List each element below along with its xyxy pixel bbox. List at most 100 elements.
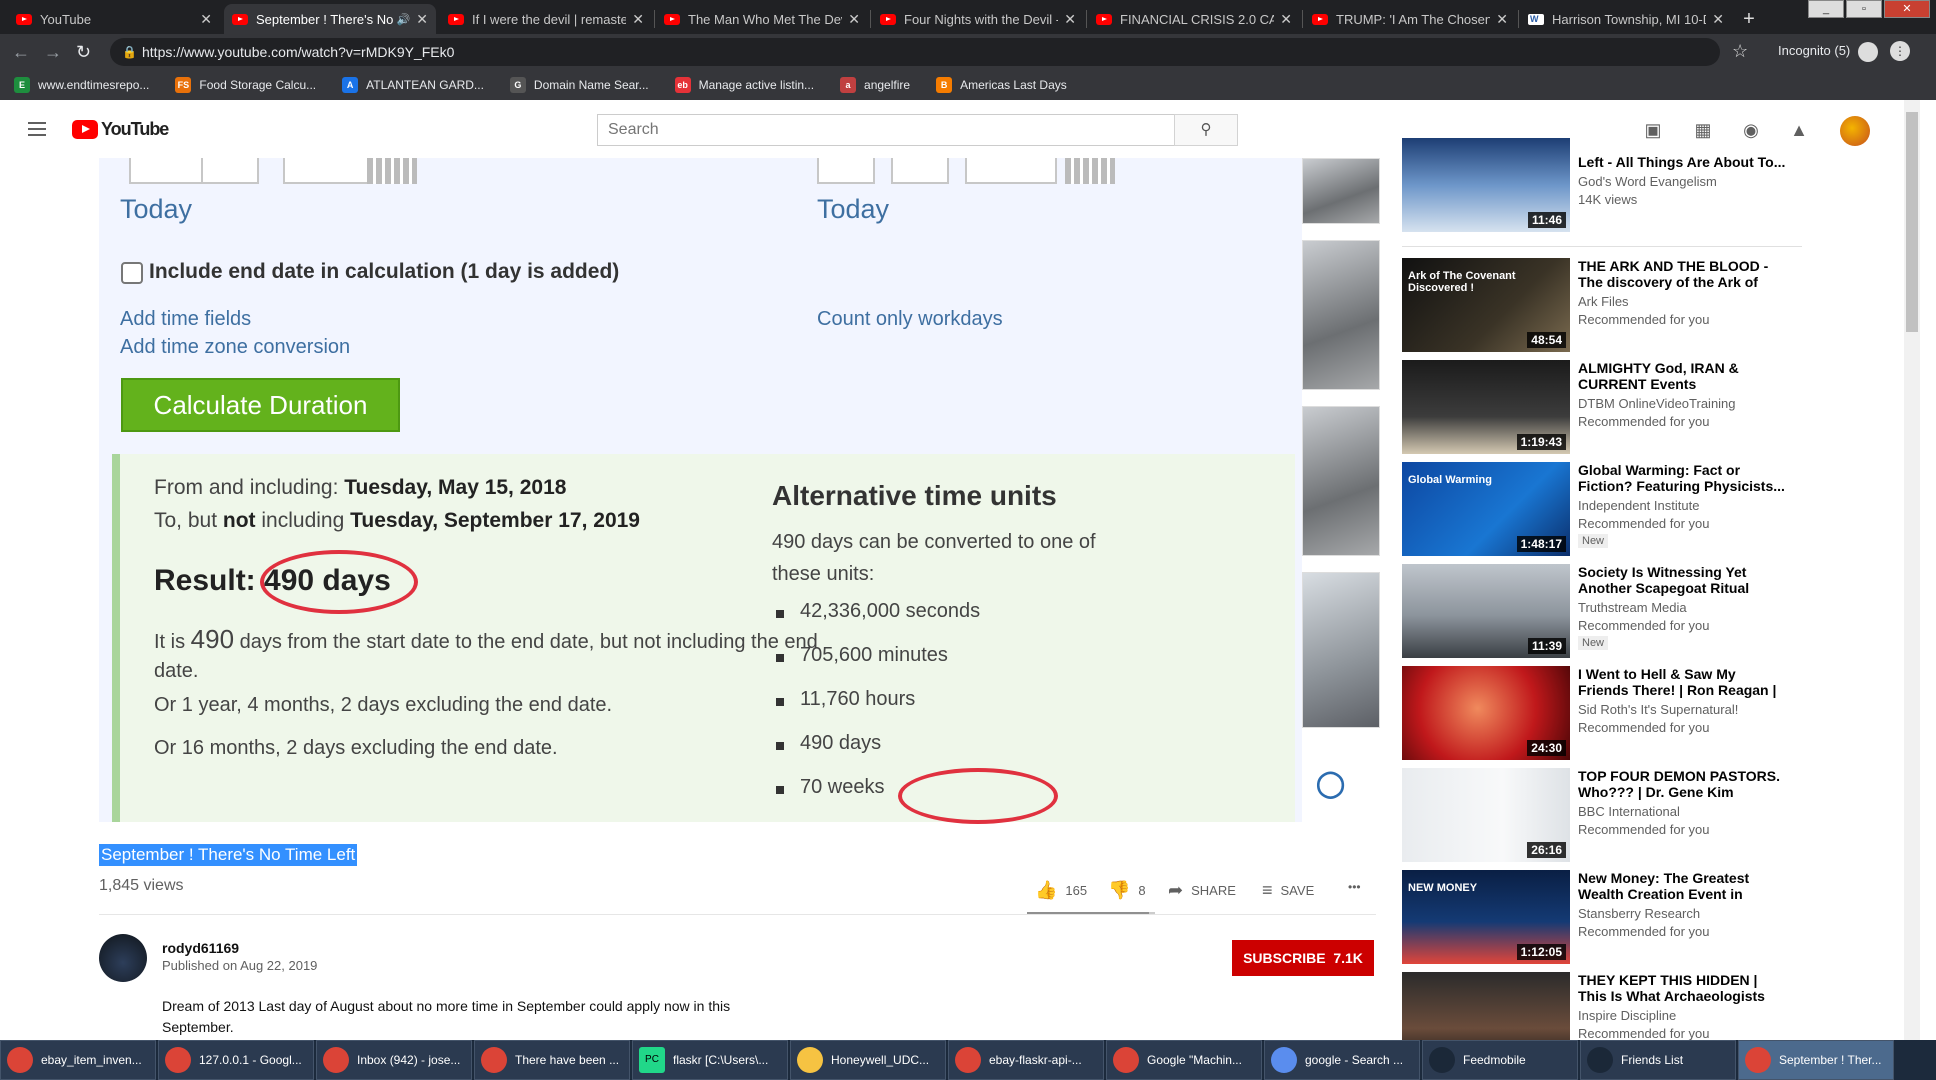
- forward-arrow-icon[interactable]: →: [44, 42, 62, 63]
- close-tab-icon[interactable]: ✕: [1712, 11, 1724, 28]
- close-tab-icon[interactable]: ✕: [1280, 11, 1292, 28]
- browser-tab[interactable]: Harrison Township, MI 10-D ✕: [1520, 4, 1732, 34]
- channel-name[interactable]: Stansberry Research: [1578, 906, 1700, 921]
- account-avatar[interactable]: [1840, 116, 1870, 146]
- recommended-video[interactable]: 11:39 Society Is Witnessing Yet Another S…: [1402, 564, 1802, 660]
- bookmark-item[interactable]: B Americas Last Days: [936, 77, 1067, 93]
- video-thumbnail[interactable]: NEW MONEY 1:12:05: [1402, 870, 1570, 964]
- browser-tab[interactable]: Four Nights with the Devil - ✕: [872, 4, 1084, 34]
- recommended-video[interactable]: 1:19:43 ALMIGHTY God, IRAN & CURRENT Even…: [1402, 360, 1802, 456]
- scrollbar-thumb[interactable]: [1906, 112, 1918, 332]
- channel-name[interactable]: Inspire Discipline: [1578, 1008, 1676, 1023]
- video-thumbnail[interactable]: 26:16: [1402, 768, 1570, 862]
- share-button[interactable]: ➦ SHARE: [1168, 880, 1236, 901]
- from-line: From and including: Tuesday, May 15, 201…: [154, 476, 567, 499]
- close-window-button[interactable]: ✕: [1884, 0, 1930, 18]
- close-tab-icon[interactable]: ✕: [848, 11, 860, 28]
- video-title[interactable]: TOP FOUR DEMON PASTORS. Who??? | Dr. Gen…: [1578, 768, 1788, 800]
- video-title[interactable]: THEY KEPT THIS HIDDEN | This Is What Arc…: [1578, 972, 1788, 1004]
- reload-icon[interactable]: ↻: [76, 42, 91, 63]
- like-button[interactable]: 👍 165: [1035, 880, 1087, 901]
- recommended-video[interactable]: 26:16 TOP FOUR DEMON PASTORS. Who??? | Dr…: [1402, 768, 1802, 864]
- video-title[interactable]: Global Warming: Fact or Fiction? Featuri…: [1578, 462, 1788, 494]
- close-tab-icon[interactable]: ✕: [200, 11, 212, 28]
- close-tab-icon[interactable]: ✕: [416, 11, 428, 28]
- bookmark-item[interactable]: a angelfire: [840, 77, 910, 93]
- browser-tab[interactable]: If I were the devil | remaster ✕: [440, 4, 652, 34]
- back-arrow-icon[interactable]: ←: [12, 42, 30, 63]
- channel-name[interactable]: DTBM OnlineVideoTraining: [1578, 396, 1736, 411]
- video-title[interactable]: ALMIGHTY God, IRAN & CURRENT Events: [1578, 360, 1788, 392]
- video-thumbnail[interactable]: 11:46: [1402, 138, 1570, 232]
- taskbar-button[interactable]: Friends List: [1580, 1040, 1736, 1080]
- close-tab-icon[interactable]: ✕: [1496, 11, 1508, 28]
- channel-name[interactable]: Truthstream Media: [1578, 600, 1687, 615]
- bookmark-item[interactable]: eb Manage active listin...: [674, 77, 814, 93]
- bookmark-star-icon[interactable]: ☆: [1732, 41, 1748, 62]
- youtube-logo[interactable]: YouTube: [72, 119, 169, 140]
- browser-tab[interactable]: September ! There's No 🔊 ✕: [224, 4, 436, 34]
- subscribe-button[interactable]: SUBSCRIBE 7.1K: [1232, 940, 1374, 976]
- taskbar-button[interactable]: PC flaskr [C:\Users\...: [632, 1040, 788, 1080]
- recommended-video[interactable]: Global Warming 1:48:17 Global Warming: Fac…: [1402, 462, 1802, 558]
- recommended-video[interactable]: NEW MONEY 1:12:05 New Money: The Greatest …: [1402, 870, 1802, 966]
- bookmark-item[interactable]: FS Food Storage Calcu...: [175, 77, 316, 93]
- taskbar-button[interactable]: google - Search ...: [1264, 1040, 1420, 1080]
- speaker-icon[interactable]: 🔊: [397, 13, 411, 26]
- channel-name[interactable]: Independent Institute: [1578, 498, 1699, 513]
- bookmark-item[interactable]: G Domain Name Sear...: [509, 77, 649, 93]
- video-thumbnail[interactable]: 24:30: [1402, 666, 1570, 760]
- incognito-icon[interactable]: [1858, 42, 1878, 62]
- create-video-icon[interactable]: ▣: [1642, 120, 1664, 140]
- taskbar-button[interactable]: Feedmobile: [1422, 1040, 1578, 1080]
- recommended-video[interactable]: 24:30 I Went to Hell & Saw My Friends The…: [1402, 666, 1802, 762]
- channel-name[interactable]: BBC International: [1578, 804, 1680, 819]
- taskbar-button[interactable]: Google "Machin...: [1106, 1040, 1262, 1080]
- new-tab-button[interactable]: +: [1736, 6, 1762, 32]
- search-button[interactable]: ⚲: [1174, 114, 1238, 146]
- notifications-bell-icon[interactable]: ▲: [1788, 120, 1810, 140]
- video-title[interactable]: Society Is Witnessing Yet Another Scapeg…: [1578, 564, 1788, 596]
- channel-name[interactable]: Ark Files: [1578, 294, 1629, 309]
- url-field[interactable]: 🔒 https://www.youtube.com/watch?v=rMDK9Y…: [110, 38, 1720, 66]
- search-input[interactable]: [597, 114, 1175, 146]
- bookmark-item[interactable]: A ATLANTEAN GARD...: [342, 77, 484, 93]
- video-title[interactable]: THE ARK AND THE BLOOD - The discovery of…: [1578, 258, 1788, 290]
- browser-menu-icon[interactable]: ⋮: [1890, 41, 1910, 61]
- video-thumbnail[interactable]: Ark of The Covenant Discovered ! 48:54: [1402, 258, 1570, 352]
- video-title[interactable]: I Went to Hell & Saw My Friends There! |…: [1578, 666, 1788, 698]
- video-thumbnail[interactable]: 1:19:43: [1402, 360, 1570, 454]
- channel-avatar[interactable]: [99, 934, 147, 982]
- close-tab-icon[interactable]: ✕: [632, 11, 644, 28]
- apps-grid-icon[interactable]: ▦: [1692, 120, 1714, 140]
- minimize-button[interactable]: _: [1808, 0, 1844, 18]
- close-tab-icon[interactable]: ✕: [1064, 11, 1076, 28]
- video-title[interactable]: Left - All Things Are About To...: [1578, 154, 1788, 170]
- taskbar-button[interactable]: 127.0.0.1 - Googl...: [158, 1040, 314, 1080]
- recommended-video[interactable]: 11:46 Left - All Things Are About To... Go…: [1402, 138, 1802, 234]
- messages-icon[interactable]: ◉: [1740, 120, 1762, 140]
- video-title[interactable]: New Money: The Greatest Wealth Creation …: [1578, 870, 1788, 902]
- browser-tab[interactable]: YouTube ✕: [8, 4, 220, 34]
- menu-icon[interactable]: [28, 122, 46, 136]
- channel-name[interactable]: God's Word Evangelism: [1578, 174, 1717, 189]
- browser-tab[interactable]: TRUMP: 'I Am The Chosen C ✕: [1304, 4, 1516, 34]
- taskbar-button[interactable]: ebay_item_inven...: [0, 1040, 156, 1080]
- taskbar-button[interactable]: Honeywell_UDC...: [790, 1040, 946, 1080]
- taskbar-button[interactable]: September ! Ther...: [1738, 1040, 1894, 1080]
- dislike-button[interactable]: 👎 8: [1108, 880, 1146, 901]
- bookmark-item[interactable]: Ewww.endtimesrepo...: [14, 77, 149, 93]
- restore-button[interactable]: ▫: [1846, 0, 1882, 18]
- video-thumbnail[interactable]: Global Warming 1:48:17: [1402, 462, 1570, 556]
- channel-name[interactable]: Sid Roth's It's Supernatural!: [1578, 702, 1738, 717]
- taskbar-button[interactable]: Inbox (942) - jose...: [316, 1040, 472, 1080]
- taskbar-button[interactable]: ebay-flaskr-api-...: [948, 1040, 1104, 1080]
- channel-name[interactable]: rodyd61169: [162, 940, 239, 956]
- taskbar-button[interactable]: There have been ...: [474, 1040, 630, 1080]
- browser-tab[interactable]: The Man Who Met The Devi ✕: [656, 4, 868, 34]
- recommended-video[interactable]: Ark of The Covenant Discovered ! 48:54 THE…: [1402, 258, 1802, 354]
- browser-tab[interactable]: FINANCIAL CRISIS 2.0 CAN'T ✕: [1088, 4, 1300, 34]
- save-button[interactable]: ≡ SAVE: [1262, 880, 1314, 901]
- more-actions-button[interactable]: •••: [1348, 880, 1361, 894]
- video-thumbnail[interactable]: 11:39: [1402, 564, 1570, 658]
